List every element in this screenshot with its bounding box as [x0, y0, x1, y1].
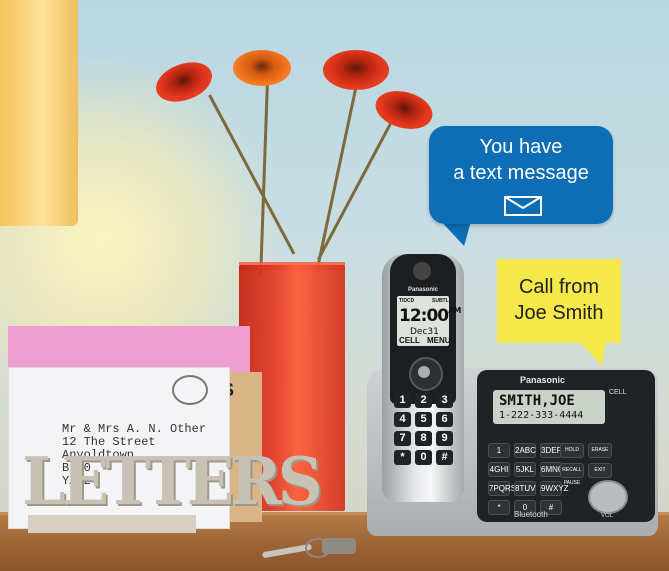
gerbera-flower [233, 50, 291, 86]
soft-key-cell[interactable]: CELL [399, 336, 420, 345]
handset-keypad: 1 2 3 4 5 6 7 8 9 * 0 # [394, 393, 453, 465]
base-brand-logo: Panasonic [520, 375, 566, 385]
earpiece-icon [413, 262, 431, 280]
handset-key[interactable]: 0 [415, 450, 432, 465]
flower-stem [317, 117, 395, 260]
base-key[interactable]: 9WXYZ [540, 481, 569, 496]
base-key[interactable]: 7PQRS [488, 481, 516, 496]
handset-status-left: TIDCD [399, 298, 415, 304]
call-bubble-tail [578, 340, 606, 366]
caller-id-caption: Call from Joe Smith [497, 274, 621, 326]
mail-icon [504, 196, 542, 216]
base-key[interactable]: 6MNO [540, 462, 564, 477]
soft-key-menu[interactable]: MENU [427, 336, 451, 345]
cell-indicator: CELL [609, 389, 627, 396]
hold-button[interactable]: HOLD [560, 443, 584, 458]
handset-key[interactable]: 2 [415, 393, 432, 408]
letters-sign: LETTERS [22, 443, 322, 520]
volume-label: VOL [601, 513, 614, 519]
photo-scene: S Mr & Mrs A. N. Other 12 The Street Any… [0, 0, 669, 571]
handset-key[interactable]: 4 [394, 412, 411, 427]
text-bubble-line: a text message [453, 162, 589, 184]
handset-key[interactable]: 8 [415, 431, 432, 446]
clock-ampm: AM [448, 306, 461, 315]
text-message-caption: You have a text message [429, 134, 613, 186]
base-key[interactable]: 8TUV [514, 481, 536, 496]
base-key[interactable]: * [488, 500, 510, 515]
handset-key[interactable]: # [436, 450, 453, 465]
handset-key[interactable]: 5 [415, 412, 432, 427]
clock-time: 12:00 [399, 306, 449, 326]
base-key[interactable]: 4GHI [488, 462, 510, 477]
gerbera-flower [371, 85, 437, 135]
base-key[interactable]: 1 [488, 443, 510, 458]
base-key[interactable]: 2ABC [514, 443, 536, 458]
base-key[interactable]: 5JKL [514, 462, 536, 477]
caller-name: SMITH,JOE [499, 393, 575, 409]
padlock-key [322, 538, 356, 554]
call-bubble-line: Call from [518, 276, 599, 298]
handset-clock: 12:00AM [399, 306, 461, 326]
caller-number: 1-222-333-4444 [499, 410, 584, 421]
lamp-shade [0, 0, 78, 226]
text-bubble-line: You have [479, 136, 563, 158]
handset-microphone [397, 482, 449, 496]
letters-sign-base [28, 515, 196, 533]
gerbera-flower [323, 50, 389, 90]
flower-stem [315, 79, 359, 272]
call-bubble-line: Joe Smith [514, 302, 604, 324]
handset-key[interactable]: 9 [436, 431, 453, 446]
bluetooth-label: Bluetooth [514, 510, 548, 519]
handset-brand-logo: Panasonic [407, 287, 438, 293]
base-function-keys: HOLD ERASE RECALL PAUSE EXIT [560, 443, 612, 486]
handset-key[interactable]: * [394, 450, 411, 465]
handset-status-right: SUBTL [432, 298, 449, 304]
handset-key[interactable]: 7 [394, 431, 411, 446]
erase-button[interactable]: ERASE [588, 443, 612, 458]
playback-dial[interactable] [588, 480, 628, 514]
handset-key[interactable]: 1 [394, 393, 411, 408]
exit-button[interactable]: EXIT [588, 463, 612, 478]
handset-key[interactable]: 3 [436, 393, 453, 408]
base-key[interactable]: 3DEF [540, 443, 562, 458]
handset-key[interactable]: 6 [436, 412, 453, 427]
postmark-icon [172, 375, 208, 405]
recall-pause-button[interactable]: RECALL PAUSE [560, 463, 584, 486]
base-keypad: 1 2ABC 3DEF 4GHI 5JKL 6MNO 7PQRS 8TUV 9W… [488, 443, 569, 515]
navigation-center-button[interactable] [418, 366, 430, 378]
